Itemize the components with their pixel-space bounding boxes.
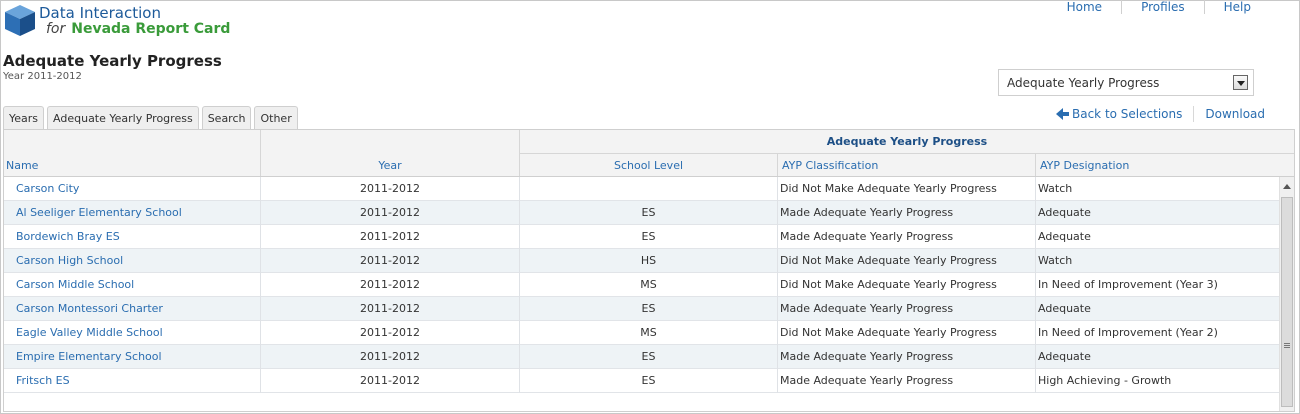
cell-school-level: ES — [520, 345, 778, 369]
cell-name[interactable]: Al Seeliger Elementary School — [4, 201, 261, 225]
cell-name[interactable]: Fritsch ES — [4, 369, 261, 393]
cell-ayp-classification: Made Adequate Yearly Progress — [778, 369, 1036, 393]
table-row[interactable]: Bordewich Bray ES 2011-2012 ES Made Adequat… — [4, 225, 1279, 249]
cell-school-level: MS — [520, 273, 778, 297]
tab-years[interactable]: Years — [3, 106, 45, 129]
cell-ayp-designation: Watch — [1038, 254, 1073, 267]
column-header-ayp-designation[interactable]: AYP Designation — [1036, 153, 1294, 176]
cell-ayp-designation: In Need of Improvement (Year 3) — [1038, 278, 1218, 291]
back-to-selections-label: Back to Selections — [1072, 107, 1183, 121]
grip-icon — [1284, 343, 1290, 349]
cell-year: 2011-2012 — [261, 345, 520, 369]
cell-school-level: ES — [520, 297, 778, 321]
cell-school-level: ES — [520, 369, 778, 393]
cell-school-level: HS — [520, 249, 778, 273]
results-grid: Adequate Yearly Progress Name Year Schoo… — [3, 129, 1295, 412]
cube-logo-icon — [5, 5, 35, 36]
action-links: Back to Selections Download — [1056, 106, 1265, 122]
nav-profiles-link[interactable]: Profiles — [1121, 0, 1204, 14]
cell-name[interactable]: Carson Middle School — [4, 273, 261, 297]
cell-ayp-designation: Adequate — [1038, 230, 1091, 243]
cell-year: 2011-2012 — [261, 273, 520, 297]
cell-name[interactable]: Carson Montessori Charter — [4, 297, 261, 321]
scroll-thumb[interactable] — [1281, 197, 1293, 407]
cell-ayp-designation: Adequate — [1038, 206, 1091, 219]
cell-ayp-classification: Made Adequate Yearly Progress — [778, 345, 1036, 369]
cell-year: 2011-2012 — [261, 321, 520, 345]
cell-school-level: ES — [520, 201, 778, 225]
table-row[interactable]: Al Seeliger Elementary School 2011-2012 ES… — [4, 201, 1279, 225]
download-link[interactable]: Download — [1205, 107, 1265, 121]
cell-year: 2011-2012 — [261, 369, 520, 393]
cell-ayp-classification: Did Not Make Adequate Yearly Progress — [778, 273, 1036, 297]
grid-body: Carson City 2011-2012 Did Not Make Adequat… — [4, 177, 1279, 411]
cell-ayp-classification: Did Not Make Adequate Yearly Progress — [778, 177, 1036, 201]
cell-ayp-classification: Made Adequate Yearly Progress — [778, 297, 1036, 321]
cell-year: 2011-2012 — [261, 177, 520, 201]
page-title: Adequate Yearly Progress — [3, 52, 222, 70]
cell-name[interactable]: Carson City — [4, 177, 261, 201]
table-row[interactable]: Empire Elementary School 2011-2012 ES Made … — [4, 345, 1279, 369]
tab-adequate-yearly-progress[interactable]: Adequate Yearly Progress — [47, 106, 199, 129]
cell-year: 2011-2012 — [261, 249, 520, 273]
table-row[interactable]: Carson City 2011-2012 Did Not Make Adequat… — [4, 177, 1279, 201]
nav-help-link[interactable]: Help — [1203, 0, 1270, 14]
scroll-up-icon[interactable] — [1283, 184, 1291, 189]
brand-title: Data Interaction — [39, 4, 161, 22]
column-header-year[interactable]: Year — [261, 130, 520, 176]
cell-ayp-designation: Watch — [1038, 182, 1073, 195]
table-row[interactable]: Eagle Valley Middle School 2011-2012 MS Did… — [4, 321, 1279, 345]
brand-for: for — [46, 21, 66, 37]
tab-bar: Years Adequate Yearly Progress Search Ot… — [3, 106, 301, 129]
cell-school-level — [520, 177, 778, 201]
cell-school-level: MS — [520, 321, 778, 345]
cell-name[interactable]: Empire Elementary School — [4, 345, 261, 369]
vertical-scrollbar[interactable] — [1279, 177, 1294, 411]
table-row[interactable]: Fritsch ES 2011-2012 ES Made Adequate Yearl… — [4, 369, 1279, 393]
cell-ayp-designation: In Need of Improvement (Year 2) — [1038, 326, 1218, 339]
chevron-down-icon[interactable] — [1233, 75, 1248, 90]
table-row[interactable]: Carson Montessori Charter 2011-2012 ES Made… — [4, 297, 1279, 321]
cell-ayp-classification: Did Not Make Adequate Yearly Progress — [778, 321, 1036, 345]
table-row[interactable]: Carson Middle School 2011-2012 MS Did Not M… — [4, 273, 1279, 297]
cell-name[interactable]: Eagle Valley Middle School — [4, 321, 261, 345]
cell-ayp-designation: High Achieving - Growth — [1038, 374, 1172, 387]
cell-ayp-classification: Made Adequate Yearly Progress — [778, 225, 1036, 249]
arrow-left-icon — [1056, 108, 1069, 120]
brand-subtitle: for Nevada Report Card — [46, 21, 230, 37]
header-group-ayp: Adequate Yearly Progress — [520, 130, 1294, 154]
report-select-value: Adequate Yearly Progress — [1007, 76, 1160, 90]
tab-other[interactable]: Other — [254, 106, 298, 129]
report-select[interactable]: Adequate Yearly Progress — [998, 69, 1254, 96]
table-row[interactable]: Carson High School 2011-2012 HS Did Not Mak… — [4, 249, 1279, 273]
column-header-ayp-classification[interactable]: AYP Classification — [778, 153, 1036, 176]
cell-year: 2011-2012 — [261, 225, 520, 249]
cell-year: 2011-2012 — [261, 297, 520, 321]
back-to-selections-link[interactable]: Back to Selections — [1056, 107, 1182, 121]
nav-home-link[interactable]: Home — [1048, 0, 1121, 14]
grid-header: Adequate Yearly Progress Name Year Schoo… — [4, 130, 1294, 177]
cell-ayp-designation: Adequate — [1038, 350, 1091, 363]
cell-ayp-designation: Adequate — [1038, 302, 1091, 315]
cell-ayp-classification: Made Adequate Yearly Progress — [778, 201, 1036, 225]
cell-year: 2011-2012 — [261, 201, 520, 225]
tab-search[interactable]: Search — [201, 106, 252, 129]
cell-school-level: ES — [520, 225, 778, 249]
column-header-name[interactable]: Name — [4, 130, 261, 176]
cell-name[interactable]: Bordewich Bray ES — [4, 225, 261, 249]
brand-state: Nevada Report Card — [71, 21, 231, 37]
cell-ayp-classification: Did Not Make Adequate Yearly Progress — [778, 249, 1036, 273]
top-nav: Home Profiles Help — [1048, 0, 1270, 14]
page-subtitle: Year 2011-2012 — [3, 71, 82, 82]
column-header-school-level[interactable]: School Level — [520, 153, 778, 176]
divider — [1193, 106, 1195, 122]
cell-name[interactable]: Carson High School — [4, 249, 261, 273]
